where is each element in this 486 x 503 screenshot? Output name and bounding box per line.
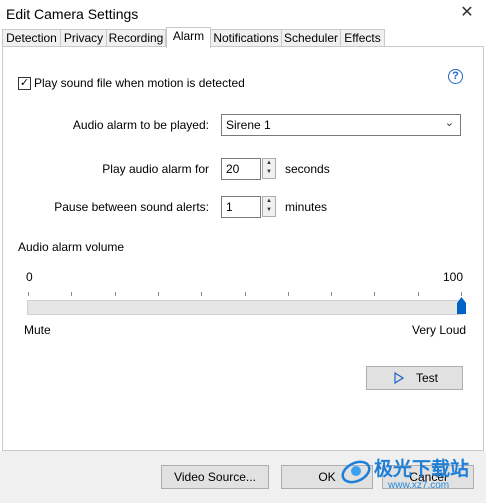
tab-effects[interactable]: Effects [340, 29, 385, 47]
watermark-subtext: www.xz7.com [388, 480, 450, 491]
audio-alarm-select[interactable]: Sirene 1 ⌄ [221, 114, 461, 136]
video-source-button[interactable]: Video Source... [161, 465, 269, 489]
title-bar: Edit Camera Settings ✕ [0, 0, 486, 26]
volume-tick [461, 292, 462, 296]
close-icon[interactable]: ✕ [454, 2, 480, 24]
test-button-label: Test [416, 371, 439, 385]
pause-between-unit: minutes [285, 200, 328, 214]
watermark-text: 极光下载站 [374, 459, 470, 480]
volume-min-value: 0 [26, 270, 33, 284]
volume-label: Audio alarm volume [18, 240, 125, 254]
play-for-value: 20 [226, 162, 240, 176]
play-sound-checkbox[interactable]: ✓ [18, 77, 31, 90]
volume-tick [71, 292, 73, 296]
watermark-logo-icon [341, 460, 371, 484]
volume-tick [157, 292, 159, 296]
watermark: 极光下载站 www.xz7.com [340, 448, 480, 496]
volume-slider[interactable] [27, 300, 463, 315]
spin-up-icon[interactable]: ▲ [263, 159, 275, 168]
spin-up-icon[interactable]: ▲ [263, 197, 275, 206]
volume-tick [244, 292, 246, 296]
volume-tick [374, 292, 376, 296]
audio-alarm-value: Sirene 1 [226, 118, 271, 132]
volume-max-value: 100 [443, 270, 464, 284]
volume-tick [114, 292, 116, 296]
volume-tick [331, 292, 333, 296]
play-for-unit: seconds [285, 162, 330, 176]
window-title: Edit Camera Settings [6, 6, 139, 22]
pause-between-label: Pause between sound alerts: [54, 200, 209, 214]
volume-min-label: Mute [24, 323, 51, 337]
volume-tick [201, 292, 203, 296]
play-for-label: Play audio alarm for [102, 162, 209, 176]
volume-tick [417, 292, 419, 296]
pause-between-value: 1 [226, 200, 233, 214]
tab-recording[interactable]: Recording [106, 29, 166, 47]
tab-privacy[interactable]: Privacy [60, 29, 107, 47]
test-button[interactable]: Test [366, 366, 463, 390]
volume-tick [28, 292, 29, 296]
tab-scheduler[interactable]: Scheduler [281, 29, 341, 47]
help-icon[interactable]: ? [448, 69, 463, 84]
pause-between-stepper[interactable]: ▲ ▼ [262, 196, 276, 217]
volume-max-label: Very Loud [412, 323, 467, 337]
play-for-input[interactable]: 20 [221, 158, 261, 180]
play-icon [394, 372, 404, 384]
play-sound-label[interactable]: Play sound file when motion is detected [34, 76, 245, 90]
spin-down-icon[interactable]: ▼ [263, 206, 275, 215]
spin-down-icon[interactable]: ▼ [263, 168, 275, 177]
play-for-stepper[interactable]: ▲ ▼ [262, 158, 276, 179]
tab-alarm[interactable]: Alarm [166, 27, 211, 48]
tab-detection[interactable]: Detection [2, 29, 61, 47]
chevron-down-icon: ⌄ [444, 117, 454, 129]
tab-notifications[interactable]: Notifications [210, 29, 282, 47]
audio-alarm-label: Audio alarm to be played: [72, 118, 209, 132]
pause-between-input[interactable]: 1 [221, 196, 261, 218]
volume-tick [287, 292, 289, 296]
